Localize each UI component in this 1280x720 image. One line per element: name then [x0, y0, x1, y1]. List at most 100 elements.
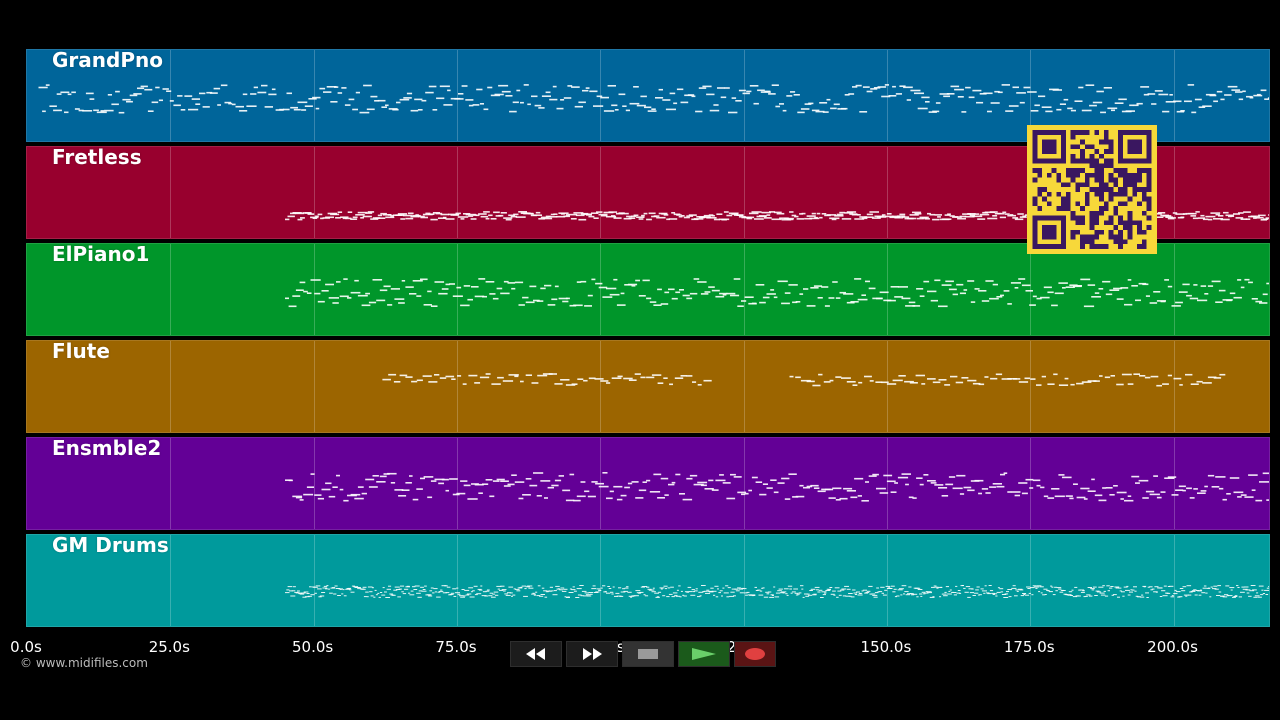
- note: [301, 592, 306, 594]
- note: [344, 104, 351, 106]
- note: [1076, 382, 1084, 385]
- note: [373, 596, 376, 598]
- note: [989, 486, 997, 488]
- note: [746, 90, 752, 93]
- note: [996, 591, 1001, 593]
- note: [1078, 86, 1084, 89]
- note: [375, 217, 386, 219]
- note: [1231, 89, 1241, 91]
- note: [916, 596, 919, 598]
- note: [595, 282, 603, 285]
- note: [835, 376, 842, 378]
- note: [578, 218, 587, 221]
- note: [1256, 592, 1259, 594]
- stop-icon: [638, 649, 658, 659]
- note: [734, 588, 738, 590]
- note: [1260, 89, 1267, 92]
- record-button[interactable]: [734, 641, 776, 667]
- stop-button[interactable]: [622, 641, 674, 667]
- note: [56, 93, 62, 95]
- note: [365, 478, 375, 481]
- note: [523, 595, 528, 597]
- note: [701, 585, 706, 586]
- note: [676, 214, 682, 216]
- note: [122, 98, 131, 101]
- note: [487, 589, 490, 591]
- note: [1222, 498, 1227, 501]
- note: [503, 590, 506, 592]
- play-button[interactable]: [678, 641, 730, 667]
- note: [158, 99, 163, 102]
- note: [420, 216, 428, 219]
- note: [1025, 290, 1033, 292]
- note: [916, 477, 923, 479]
- note: [938, 379, 947, 381]
- note: [969, 592, 974, 594]
- note: [1084, 595, 1088, 597]
- note: [634, 595, 639, 597]
- note: [1129, 591, 1133, 593]
- note: [315, 107, 320, 110]
- note: [852, 384, 858, 386]
- note: [795, 594, 799, 596]
- note: [623, 377, 633, 380]
- note: [967, 596, 971, 598]
- note: [347, 587, 352, 589]
- note: [693, 278, 700, 280]
- note: [1248, 595, 1252, 597]
- note: [1074, 586, 1078, 588]
- note: [846, 490, 856, 492]
- note: [585, 87, 590, 89]
- track-flute[interactable]: Flute: [26, 340, 1270, 433]
- note: [773, 296, 778, 299]
- note: [757, 89, 765, 92]
- track-ensmble2[interactable]: Ensmble2: [26, 437, 1270, 530]
- note: [1255, 217, 1264, 219]
- note: [1018, 381, 1029, 383]
- note: [1145, 592, 1149, 594]
- note: [984, 376, 989, 378]
- note: [886, 383, 897, 385]
- note: [1228, 595, 1233, 597]
- note: [42, 110, 46, 113]
- note: [1030, 110, 1039, 112]
- note: [697, 481, 708, 484]
- note: [932, 381, 941, 384]
- note: [1000, 591, 1004, 593]
- note: [504, 593, 508, 595]
- note: [912, 305, 921, 307]
- note: [306, 292, 312, 294]
- note: [553, 590, 557, 592]
- track-gm-drums[interactable]: GM Drums: [26, 534, 1270, 627]
- note: [711, 489, 719, 491]
- rewind-button[interactable]: [510, 641, 562, 667]
- note: [1069, 497, 1074, 500]
- fast-forward-button[interactable]: [566, 641, 618, 667]
- note: [246, 105, 257, 107]
- note: [979, 213, 990, 216]
- note: [239, 110, 248, 112]
- note: [836, 596, 839, 598]
- note: [655, 97, 664, 99]
- note: [657, 288, 662, 291]
- time-tick-label: 25.0s: [148, 638, 190, 656]
- note: [1264, 589, 1269, 591]
- note: [876, 297, 883, 300]
- note: [1094, 494, 1103, 497]
- track-elpiano1[interactable]: ElPiano1: [26, 243, 1270, 336]
- note: [469, 596, 475, 598]
- note: [676, 589, 679, 591]
- note: [427, 496, 433, 499]
- note: [1098, 288, 1104, 290]
- note: [1058, 474, 1065, 476]
- note: [865, 481, 869, 483]
- note: [1170, 596, 1175, 598]
- note: [798, 592, 802, 594]
- note: [1262, 593, 1265, 594]
- note: [334, 585, 338, 587]
- note: [479, 103, 484, 105]
- note: [580, 481, 586, 483]
- note: [900, 594, 903, 596]
- note: [587, 595, 592, 597]
- note: [500, 292, 510, 295]
